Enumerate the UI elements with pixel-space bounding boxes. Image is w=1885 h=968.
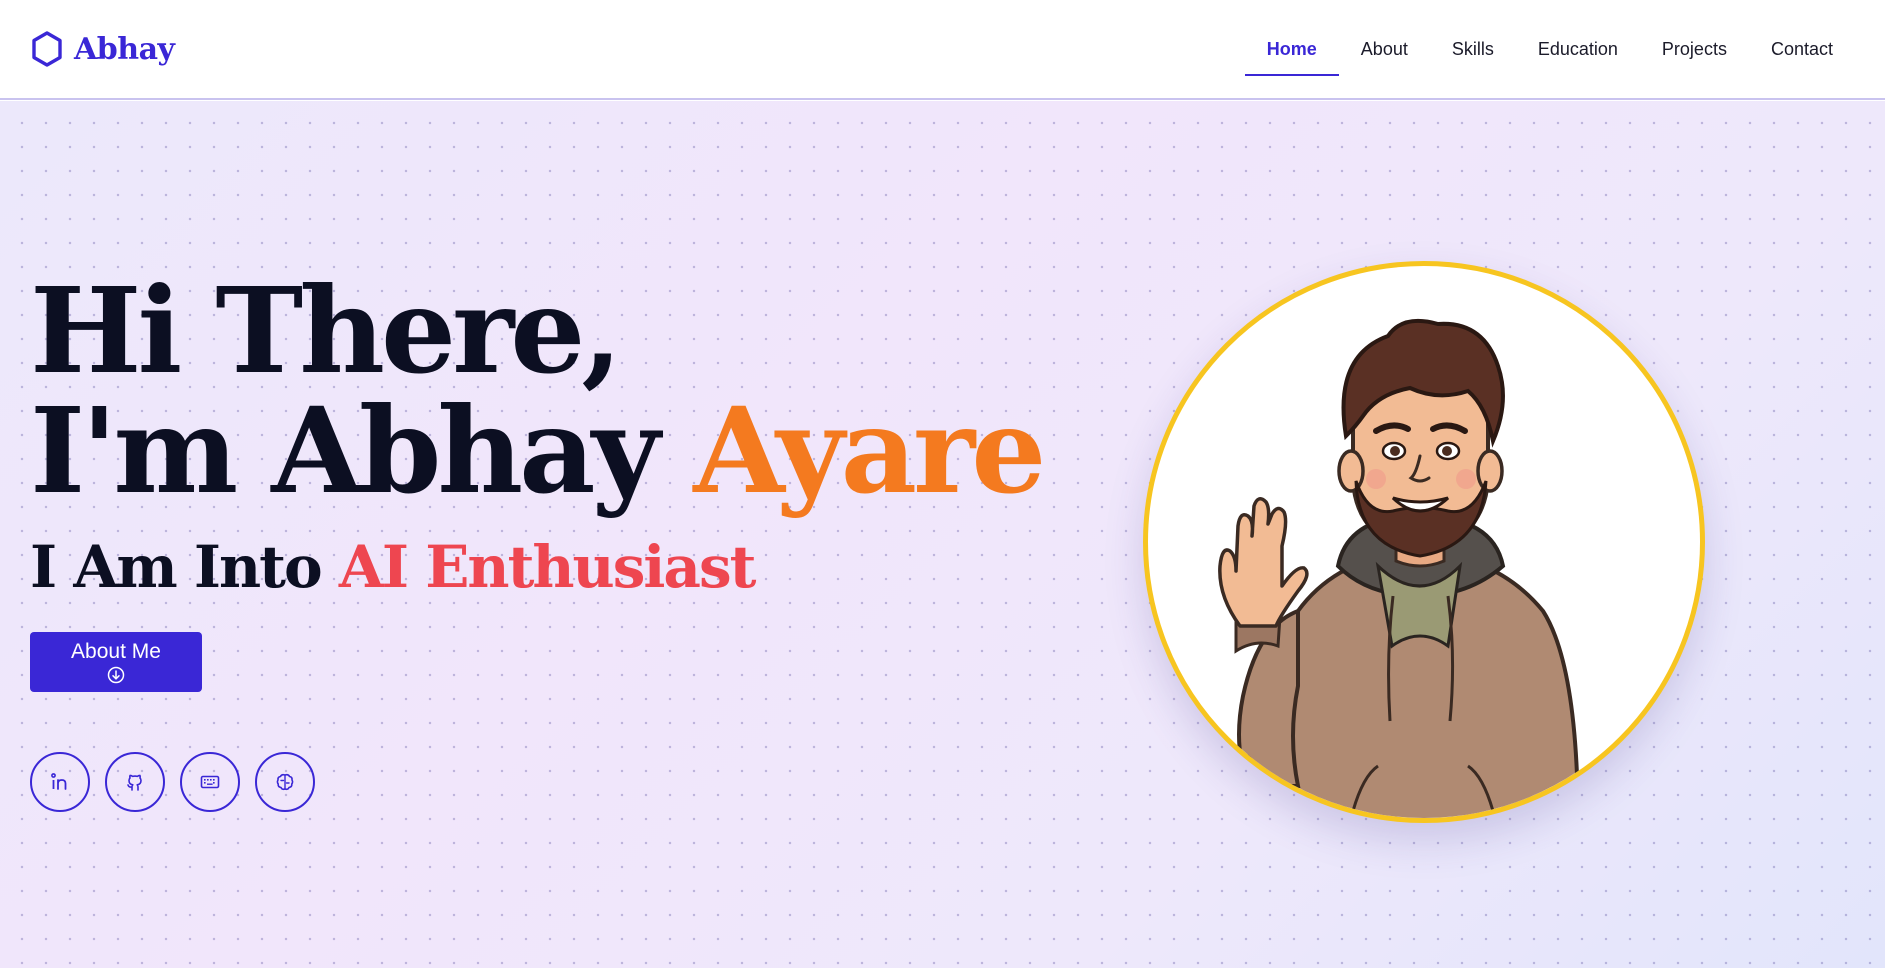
hero-surname: Ayare	[693, 381, 1046, 520]
hero-greeting: Hi There,	[30, 261, 622, 400]
keyboard-icon	[200, 775, 220, 789]
tagline-typed-text: AI Enthusiast	[338, 533, 757, 601]
profile-avatar	[1143, 261, 1705, 823]
brand-logo[interactable]: Abhay	[30, 30, 175, 68]
social-links	[30, 752, 315, 812]
nav-item-education[interactable]: Education	[1516, 27, 1640, 71]
cartoon-waving-man-avatar	[1218, 319, 1580, 818]
nav-item-about[interactable]: About	[1339, 27, 1430, 71]
site-header: Abhay Home About Skills Education Projec…	[0, 0, 1885, 100]
linkedin-link[interactable]	[30, 752, 90, 812]
github-icon	[127, 774, 142, 791]
arrow-down-circle-icon	[107, 666, 125, 684]
about-me-button-label: About Me	[71, 640, 161, 663]
hero-title: Hi There, I'm Abhay Ayare	[30, 261, 1046, 511]
hero-tagline: I Am Into AI Enthusiast	[30, 533, 757, 601]
hexagon-icon	[32, 31, 62, 67]
linkedin-icon	[51, 773, 67, 790]
keyboard-link[interactable]	[180, 752, 240, 812]
hero-section: Hi There, I'm Abhay Ayare I Am Into AI E…	[0, 101, 1885, 968]
nav-item-home[interactable]: Home	[1244, 27, 1339, 76]
hero-intro: I'm Abhay	[30, 381, 660, 520]
brain-icon	[276, 773, 294, 791]
about-me-button[interactable]: About Me	[30, 632, 202, 692]
brand-name: Abhay	[74, 31, 175, 67]
brain-link[interactable]	[255, 752, 315, 812]
tagline-prefix: I Am Into	[30, 533, 323, 601]
hero-name-line: I'm Abhay Ayare	[30, 391, 1046, 511]
main-nav: Home About Skills Education Projects Con…	[1244, 27, 1855, 76]
nav-item-skills[interactable]: Skills	[1430, 27, 1516, 71]
nav-item-contact[interactable]: Contact	[1749, 27, 1855, 71]
nav-item-projects[interactable]: Projects	[1640, 27, 1749, 71]
github-link[interactable]	[105, 752, 165, 812]
